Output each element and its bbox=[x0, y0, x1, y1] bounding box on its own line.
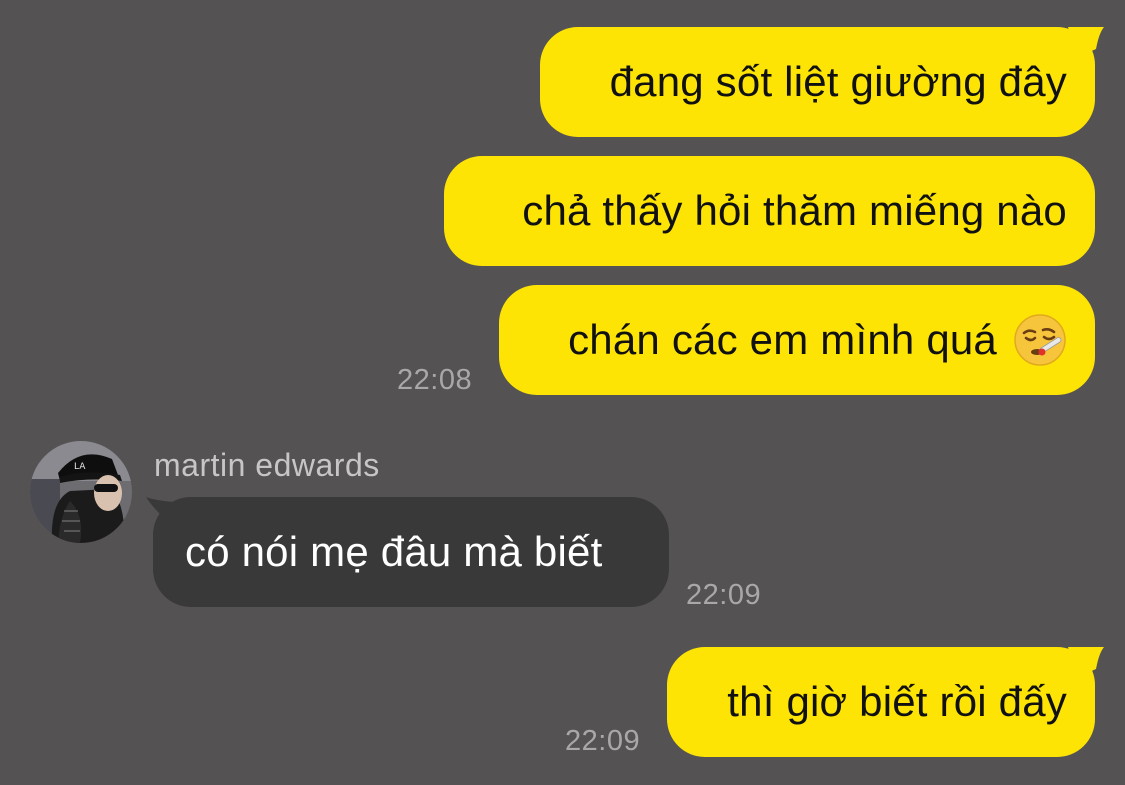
message-timestamp: 22:09 bbox=[686, 579, 762, 611]
message-text: đang sốt liệt giường đây bbox=[609, 58, 1067, 105]
chat-thread[interactable]: đang sốt liệt giường đây chả thấy hỏi th… bbox=[0, 0, 1125, 785]
message-text: có nói mẹ đâu mà biết bbox=[185, 528, 603, 575]
sender-name: martin edwards bbox=[154, 447, 380, 483]
message-text: chán các em mình quá bbox=[568, 316, 997, 363]
avatar[interactable]: LA bbox=[30, 441, 132, 543]
outgoing-message[interactable]: chán các em mình quá bbox=[499, 285, 1095, 395]
outgoing-message[interactable]: chả thấy hỏi thăm miếng nào bbox=[444, 156, 1095, 266]
svg-text:LA: LA bbox=[74, 462, 86, 472]
bubble-tail bbox=[1068, 27, 1104, 57]
message-timestamp: 22:09 bbox=[565, 725, 641, 757]
incoming-message[interactable]: có nói mẹ đâu mà biết bbox=[153, 497, 669, 607]
face-with-thermometer-icon bbox=[1014, 314, 1066, 366]
message-timestamp: 22:08 bbox=[397, 364, 473, 396]
outgoing-message[interactable]: thì giờ biết rồi đấy bbox=[667, 647, 1095, 757]
avatar-photo: LA bbox=[30, 441, 132, 543]
message-text: chả thấy hỏi thăm miếng nào bbox=[522, 187, 1067, 234]
outgoing-message[interactable]: đang sốt liệt giường đây bbox=[540, 27, 1095, 137]
message-text: thì giờ biết rồi đấy bbox=[727, 678, 1067, 725]
